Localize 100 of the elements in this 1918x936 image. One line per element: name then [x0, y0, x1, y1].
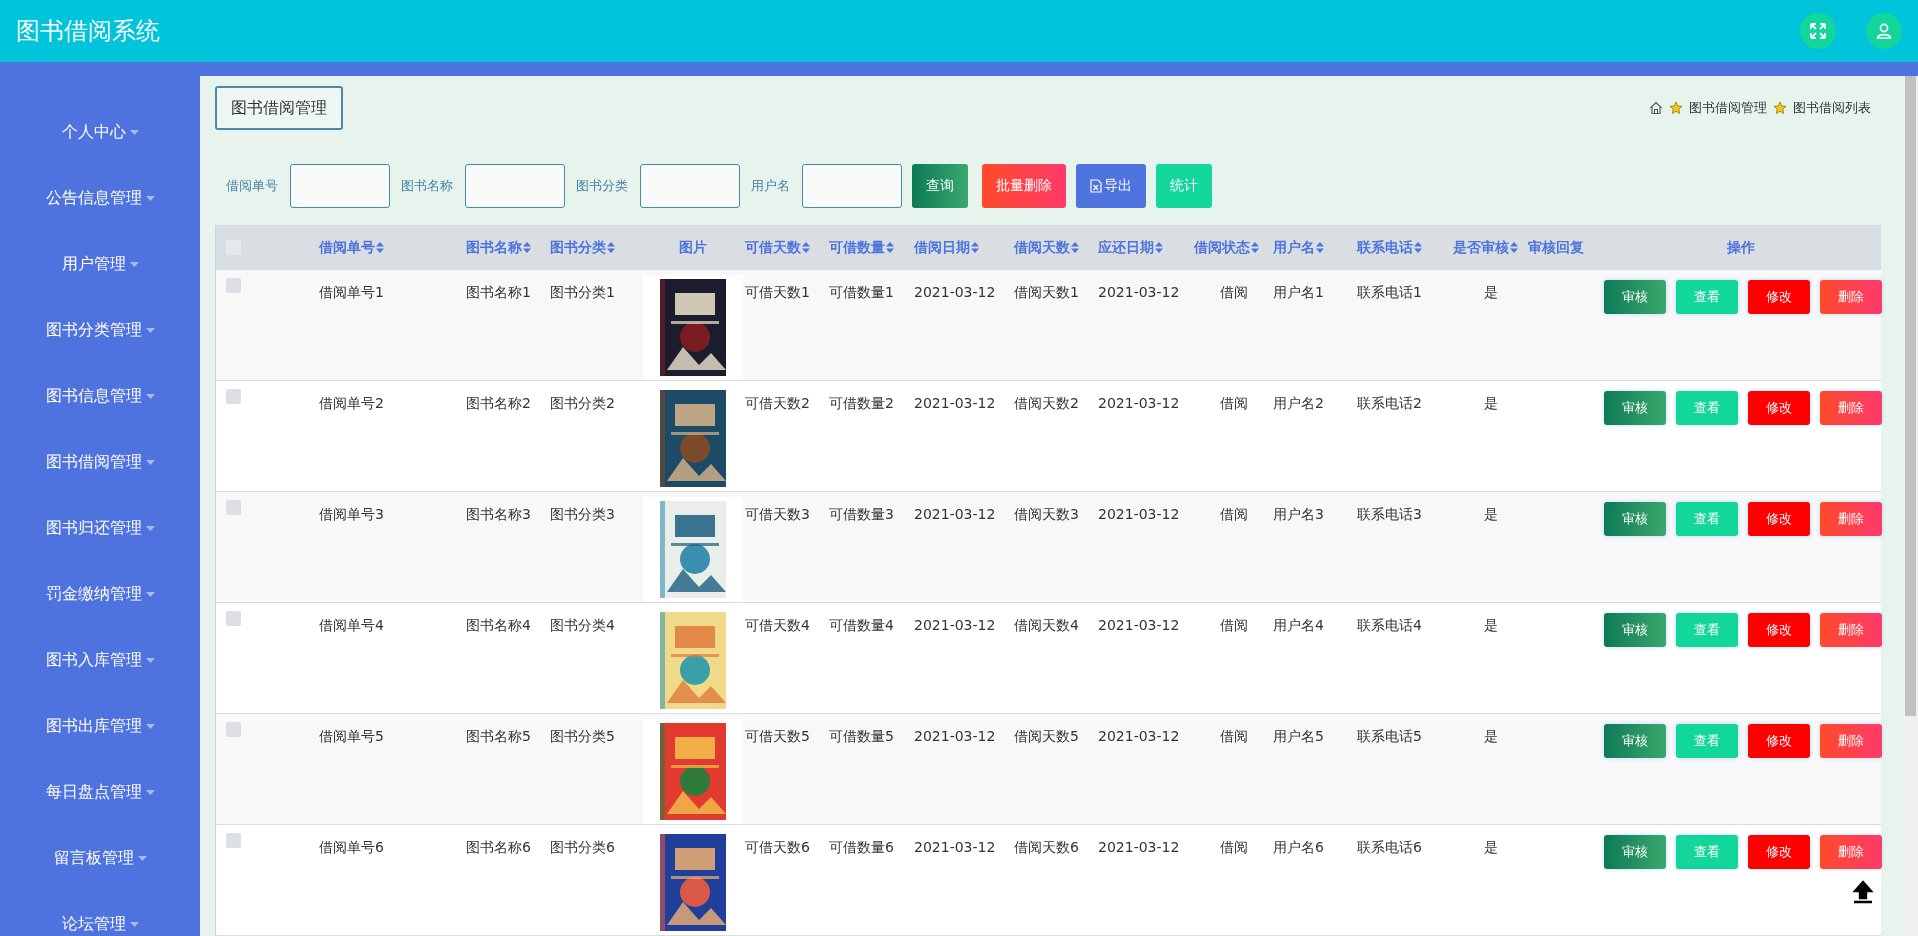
sidebar-item[interactable]: 个人中心: [0, 99, 200, 165]
audit-button[interactable]: 审核: [1604, 613, 1666, 647]
sidebar-item[interactable]: 公告信息管理: [0, 165, 200, 231]
table-cell: 用户名5: [1273, 728, 1324, 746]
table-cell: 是: [1483, 617, 1498, 635]
table-cell: 联系电话4: [1357, 617, 1422, 635]
column-header[interactable]: 联系电话: [1357, 238, 1413, 257]
sort-icon[interactable]: [1251, 242, 1259, 253]
table-cell: 图书分类1: [550, 284, 615, 302]
sort-icon[interactable]: [1510, 242, 1518, 253]
edit-button[interactable]: 修改: [1748, 835, 1810, 869]
breadcrumb-item[interactable]: 图书借阅列表: [1793, 99, 1871, 117]
scrollbar[interactable]: [1903, 76, 1918, 936]
sidebar-item[interactable]: 用户管理: [0, 231, 200, 297]
column-header[interactable]: 可借数量: [829, 238, 885, 257]
checkbox[interactable]: [226, 389, 241, 404]
checkbox[interactable]: [226, 611, 241, 626]
batch-delete-button[interactable]: 批量删除: [982, 164, 1066, 208]
column-header[interactable]: 借阅日期: [914, 238, 970, 257]
delete-button[interactable]: 删除: [1820, 724, 1882, 758]
column-header: 操作: [1727, 238, 1755, 257]
table-cell: 2021-03-12: [914, 839, 996, 855]
user-icon[interactable]: [1866, 13, 1902, 49]
sidebar-item[interactable]: 论坛管理: [0, 891, 200, 936]
caret-icon: [145, 327, 155, 333]
table-cell: 2021-03-12: [914, 617, 996, 633]
table-cell: 图书名称2: [466, 395, 531, 413]
edit-button[interactable]: 修改: [1748, 502, 1810, 536]
table-cell: 2021-03-12: [914, 728, 996, 744]
column-header[interactable]: 图书名称: [466, 238, 522, 257]
caret-icon: [137, 855, 147, 861]
edit-button[interactable]: 修改: [1748, 613, 1810, 647]
column-header[interactable]: 图书分类: [550, 238, 606, 257]
sidebar-item[interactable]: 每日盘点管理: [0, 759, 200, 825]
audit-button[interactable]: 审核: [1604, 724, 1666, 758]
delete-button[interactable]: 删除: [1820, 613, 1882, 647]
checkbox[interactable]: [226, 833, 241, 848]
sort-icon[interactable]: [1155, 242, 1163, 253]
sort-icon[interactable]: [886, 242, 894, 253]
checkbox[interactable]: [226, 278, 241, 293]
table-cell: 2021-03-12: [1098, 839, 1180, 855]
column-header[interactable]: 借阅状态: [1194, 238, 1250, 257]
column-header[interactable]: 借阅天数: [1014, 238, 1070, 257]
table-cell: 2021-03-12: [914, 395, 996, 411]
audit-button[interactable]: 审核: [1604, 391, 1666, 425]
sidebar-item[interactable]: 图书归还管理: [0, 495, 200, 561]
sort-icon[interactable]: [1316, 242, 1324, 253]
fullscreen-icon[interactable]: [1800, 13, 1836, 49]
sort-icon[interactable]: [802, 242, 810, 253]
column-header[interactable]: 用户名: [1273, 238, 1315, 257]
breadcrumb-item[interactable]: 图书借阅管理: [1689, 99, 1767, 117]
input-field[interactable]: [290, 164, 390, 208]
audit-button[interactable]: 审核: [1604, 280, 1666, 314]
sort-icon[interactable]: [1414, 242, 1422, 253]
column-header[interactable]: 可借天数: [745, 238, 801, 257]
sidebar-item[interactable]: 图书入库管理: [0, 627, 200, 693]
caret-icon: [145, 525, 155, 531]
sidebar-item[interactable]: 罚金缴纳管理: [0, 561, 200, 627]
sort-icon[interactable]: [376, 242, 384, 253]
sidebar-item[interactable]: 图书分类管理: [0, 297, 200, 363]
delete-button[interactable]: 删除: [1820, 391, 1882, 425]
checkbox[interactable]: [226, 722, 241, 737]
column-header: 图片: [679, 238, 707, 257]
checkbox[interactable]: [226, 500, 241, 515]
column-header[interactable]: 是否审核: [1453, 238, 1509, 257]
column-header[interactable]: 应还日期: [1098, 238, 1154, 257]
input-field[interactable]: [465, 164, 565, 208]
sidebar-item[interactable]: 图书出库管理: [0, 693, 200, 759]
audit-button[interactable]: 审核: [1604, 502, 1666, 536]
table-cell: 是: [1483, 839, 1498, 857]
table-cell: 借阅: [1219, 839, 1248, 857]
sort-icon[interactable]: [607, 242, 615, 253]
sidebar-item[interactable]: 图书信息管理: [0, 363, 200, 429]
sort-icon[interactable]: [523, 242, 531, 253]
edit-button[interactable]: 修改: [1748, 391, 1810, 425]
delete-button[interactable]: 删除: [1820, 280, 1882, 314]
input-field[interactable]: [640, 164, 740, 208]
query-button[interactable]: 查询: [912, 164, 968, 208]
input-field[interactable]: [802, 164, 902, 208]
delete-button[interactable]: 删除: [1820, 502, 1882, 536]
table-cell: 可借数量3: [829, 506, 894, 524]
caret-icon: [129, 129, 139, 135]
table-cell: 可借数量1: [829, 284, 894, 302]
field-label: 用户名: [751, 177, 790, 195]
home-icon[interactable]: [1649, 101, 1663, 115]
table-cell: 借阅单号5: [319, 728, 384, 746]
table-cell: 2021-03-12: [1098, 395, 1180, 411]
sidebar-item[interactable]: 留言板管理: [0, 825, 200, 891]
edit-button[interactable]: 修改: [1748, 724, 1810, 758]
sort-icon[interactable]: [1071, 242, 1079, 253]
table-cell: 图书名称4: [466, 617, 531, 635]
table-cell: 借阅单号2: [319, 395, 384, 413]
edit-button[interactable]: 修改: [1748, 280, 1810, 314]
table-cell: 借阅单号4: [319, 617, 384, 635]
sort-icon[interactable]: [971, 242, 979, 253]
sidebar-item[interactable]: 图书借阅管理: [0, 429, 200, 495]
export-button[interactable]: 导出: [1076, 164, 1146, 208]
audit-button[interactable]: 审核: [1604, 835, 1666, 869]
delete-button[interactable]: 删除: [1820, 835, 1882, 869]
column-header[interactable]: 借阅单号: [319, 238, 375, 257]
